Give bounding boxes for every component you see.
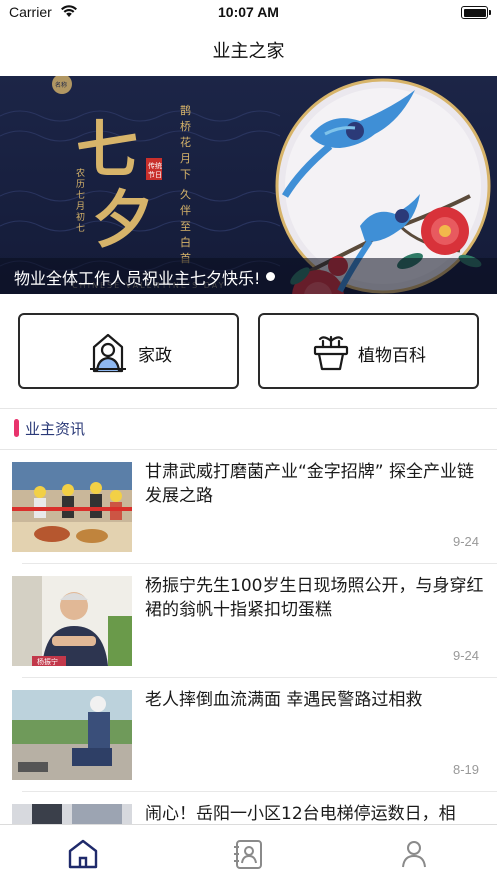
plant-pot-icon [313, 335, 349, 371]
promo-banner[interactable]: 名称 七 夕 农历七月初七 传统 节日 鹊桥花月下 久伴至白首 CHINESE … [0, 76, 497, 294]
svg-text:至: 至 [180, 220, 191, 233]
news-title: 闹心！岳阳一小区12台电梯停运数日，相 [145, 804, 456, 824]
owner-news-header: 业主资讯 [0, 409, 497, 449]
housekeeping-button[interactable]: 家政 [18, 313, 239, 389]
svg-text:初: 初 [76, 211, 85, 223]
svg-text:花: 花 [180, 136, 191, 149]
svg-text:节日: 节日 [148, 171, 162, 179]
svg-text:农: 农 [76, 167, 85, 179]
carousel-page-indicator[interactable] [266, 272, 275, 281]
news-date: 9-24 [452, 534, 479, 549]
news-title: 老人摔倒血流满面 幸遇民警路过相救 [145, 690, 423, 710]
news-thumbnail: 杨振宁 [12, 576, 132, 666]
news-item[interactable]: 甘肃武威打磨菌产业“金字招牌” 探全产业链发展之路 9-24 [0, 450, 497, 564]
svg-text:伴: 伴 [180, 204, 191, 217]
svg-text:传统: 传统 [148, 161, 162, 170]
svg-text:白: 白 [180, 235, 191, 249]
svg-text:七: 七 [76, 190, 85, 201]
status-bar: Carrier 10:07 AM [0, 0, 497, 26]
section-title: 业主资讯 [25, 420, 86, 438]
contacts-icon[interactable] [231, 837, 265, 871]
svg-text:月: 月 [180, 152, 191, 165]
news-date: 8-19 [452, 762, 479, 777]
profile-icon[interactable] [397, 837, 431, 871]
battery-icon [461, 6, 491, 19]
news-thumbnail [12, 690, 132, 780]
housekeeping-label: 家政 [138, 346, 172, 366]
news-thumbnail [12, 462, 132, 552]
svg-text:下: 下 [180, 168, 191, 181]
housekeeper-icon [90, 333, 126, 373]
banner-caption-text: 物业全体工作人员祝业主七夕快乐! [14, 269, 261, 288]
plant-encyclopedia-label: 植物百科 [358, 346, 426, 366]
news-item[interactable]: 老人摔倒血流满面 幸遇民警路过相救 8-19 [0, 678, 497, 792]
svg-text:名称: 名称 [55, 81, 67, 89]
svg-text:夕: 夕 [92, 183, 154, 256]
news-item[interactable]: 杨振宁 杨振宁先生100岁生日现场照公开，与身穿红裙的翁帆十指紧扣切蛋糕 9-2… [0, 564, 497, 678]
tab-bar [0, 824, 497, 883]
svg-text:鹊: 鹊 [180, 103, 191, 117]
svg-text:桥: 桥 [180, 120, 191, 133]
svg-text:杨振宁: 杨振宁 [37, 657, 58, 666]
svg-text:七: 七 [76, 113, 138, 186]
news-title: 甘肃武威打磨菌产业“金字招牌” 探全产业链发展之路 [145, 462, 475, 506]
section-accent-bar [14, 419, 19, 437]
svg-text:历: 历 [76, 179, 85, 190]
news-title: 杨振宁先生100岁生日现场照公开，与身穿红裙的翁帆十指紧扣切蛋糕 [145, 576, 484, 620]
svg-text:久: 久 [180, 188, 191, 201]
banner-caption: 物业全体工作人员祝业主七夕快乐! [0, 258, 497, 294]
svg-text:月: 月 [76, 201, 85, 212]
news-date: 9-24 [452, 648, 479, 663]
home-icon[interactable] [66, 837, 100, 871]
plant-encyclopedia-button[interactable]: 植物百科 [258, 313, 479, 389]
clock-time: 10:07 AM [218, 4, 279, 20]
page-title: 业主之家 [212, 41, 285, 62]
svg-text:七: 七 [76, 223, 85, 234]
